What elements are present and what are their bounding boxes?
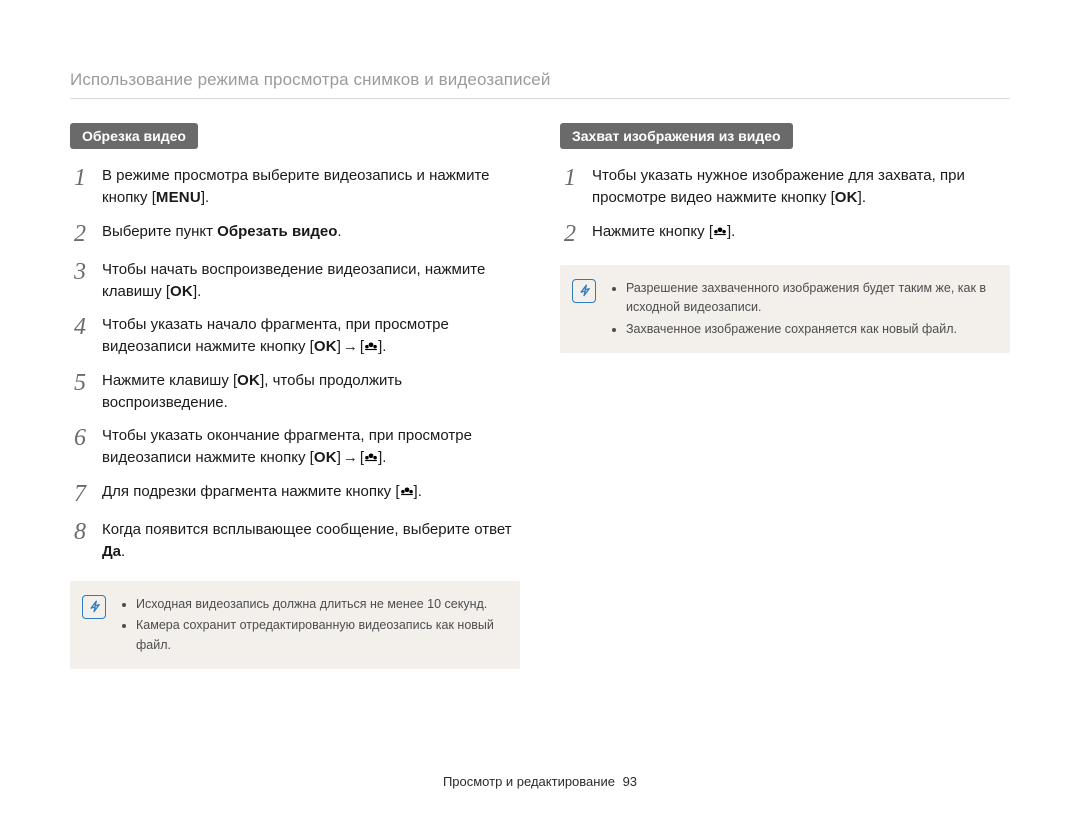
menu-button-label: MENU — [156, 189, 201, 206]
step: Нажмите клавишу [OK], чтобы продолжить в… — [70, 370, 520, 414]
flower-icon — [400, 485, 414, 497]
note-item: Исходная видеозапись должна длиться не м… — [136, 595, 504, 614]
page-header: Использование режима просмотра снимков и… — [70, 70, 1010, 99]
right-column: Захват изображения из видео Чтобы указат… — [560, 123, 1010, 669]
flower-icon — [364, 340, 378, 352]
pill-capture-image: Захват изображения из видео — [560, 123, 793, 149]
page-number: 93 — [623, 774, 637, 789]
right-steps: Чтобы указать нужное изображение для зах… — [560, 165, 1010, 247]
step: Чтобы указать начало фрагмента, при прос… — [70, 314, 520, 358]
step: Для подрезки фрагмента нажмите кнопку []… — [70, 481, 520, 507]
page-footer: Просмотр и редактирование 93 — [0, 774, 1080, 789]
arrow-icon: → — [341, 338, 360, 355]
arrow-icon: → — [341, 449, 360, 466]
step: Чтобы указать окончание фрагмента, при п… — [70, 425, 520, 469]
step: Нажмите кнопку []. — [560, 221, 1010, 247]
ok-button-label: OK — [170, 283, 193, 300]
flower-icon — [713, 225, 727, 237]
note-icon — [82, 595, 106, 619]
ok-button-label: OK — [835, 189, 858, 206]
note-item: Разрешение захваченного изображения буде… — [626, 279, 994, 318]
pill-trim-video: Обрезка видео — [70, 123, 198, 149]
left-column: Обрезка видео В режиме просмотра выберит… — [70, 123, 520, 669]
note-box: Разрешение захваченного изображения буде… — [560, 265, 1010, 353]
note-item: Камера сохранит отредактированную видеоз… — [136, 616, 504, 655]
note-box: Исходная видеозапись должна длиться не м… — [70, 581, 520, 669]
ok-button-label: OK — [314, 449, 337, 466]
note-icon — [572, 279, 596, 303]
ok-button-label: OK — [314, 338, 337, 355]
step: В режиме просмотра выберите видеозапись … — [70, 165, 520, 209]
left-steps: В режиме просмотра выберите видеозапись … — [70, 165, 520, 563]
flower-icon — [364, 451, 378, 463]
step: Когда появится всплывающее сообщение, вы… — [70, 519, 520, 563]
ok-button-label: OK — [237, 372, 260, 389]
step: Чтобы начать воспроизведение видеозаписи… — [70, 259, 520, 303]
step: Чтобы указать нужное изображение для зах… — [560, 165, 1010, 209]
note-item: Захваченное изображение сохраняется как … — [626, 320, 994, 339]
footer-section: Просмотр и редактирование — [443, 774, 615, 789]
step: Выберите пункт Обрезать видео. — [70, 221, 520, 247]
